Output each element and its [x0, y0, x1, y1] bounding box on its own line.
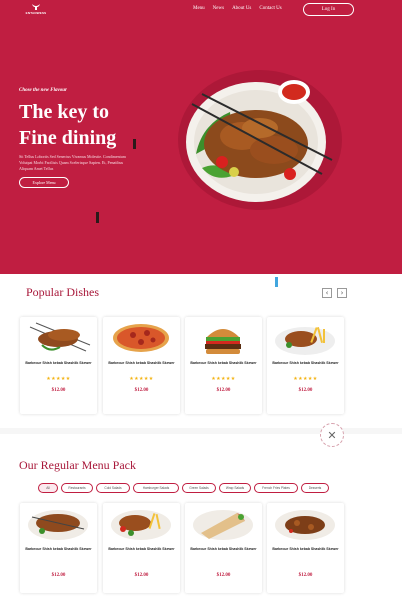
nav-contact-us[interactable]: Contact Us — [259, 6, 281, 11]
dish-price: $12.00 — [51, 388, 66, 393]
dish-price: $12.00 — [216, 388, 231, 393]
popular-dish-card[interactable]: Barbecue Shish kebab Shashlik Skewer ★★★… — [20, 317, 97, 414]
kebab-skewers-image — [29, 322, 91, 352]
brand-logo[interactable]: ENTANWESS — [20, 4, 52, 16]
popular-dish-card[interactable]: Barbecue Shish kebab Shashlik Skewer ★★★… — [185, 317, 262, 414]
nav-about-us[interactable]: About Us — [232, 6, 251, 11]
headline-line-2: Fine dining — [19, 127, 117, 149]
pizza-image — [113, 324, 169, 352]
fries-platter-image — [275, 327, 335, 355]
dish-title: Barbecue Shish kebab Shashlik Skewer — [108, 547, 175, 551]
menu-pack-title: Our Regular Menu Pack — [19, 458, 136, 472]
dish-title: Barbecue Shish kebab Shashlik Skewer — [272, 547, 339, 551]
hero-tagline: Chose the new Flavour — [19, 88, 67, 93]
popular-dishes-title: Popular Dishes — [26, 285, 99, 299]
next-arrow-button[interactable]: › — [337, 288, 347, 298]
nav-news[interactable]: News — [213, 6, 224, 11]
bull-icon — [32, 4, 40, 10]
decor-mark — [96, 212, 99, 223]
dish-title: Barbecue Shish kebab Shashlik Skewer — [190, 547, 257, 551]
hero-description: Sit Tellus Lobortis Sed Senectus Vivamus… — [19, 154, 126, 171]
menu-dish-card[interactable]: Barbecue Shish kebab Shashlik Skewer $12… — [20, 503, 97, 593]
filter-green-salads[interactable]: Green Salads — [182, 483, 216, 493]
prev-arrow-button[interactable]: ‹ — [322, 288, 332, 298]
dish-price: $12.00 — [298, 388, 313, 393]
filter-wrap-salads[interactable]: Wrap Salads — [219, 483, 251, 493]
star-rating: ★★★★★ — [129, 376, 154, 382]
filter-all[interactable]: All — [38, 483, 58, 493]
star-rating: ★★★★★ — [46, 376, 71, 382]
filter-hamburger-salads[interactable]: Hamburger Salads — [133, 483, 179, 493]
menu-dish-card[interactable]: Barbecue Shish kebab Shashlik Skewer $12… — [185, 503, 262, 593]
dish-price: $12.00 — [298, 573, 313, 578]
menu-filter-bar: All Restaurants Cold Salads Hamburger Sa… — [38, 483, 329, 493]
main-nav: Menu News About Us Contact Us — [193, 6, 282, 11]
star-rating: ★★★★★ — [293, 376, 318, 382]
hero-section: ENTANWESS Menu News About Us Contact Us … — [0, 0, 402, 274]
explore-menu-button[interactable]: Explore Menu — [19, 177, 69, 188]
hero-headline: The key to Fine dining — [19, 99, 159, 151]
dish-title: Barbecue Shish kebab Shashlik Skewer — [25, 361, 92, 365]
kebab-plate-image — [28, 510, 88, 540]
dish-price: $12.00 — [134, 573, 149, 578]
headline-line-1: The key to — [19, 101, 109, 123]
burger-image — [205, 329, 241, 354]
decor-mark — [133, 139, 136, 149]
close-icon[interactable]: ✕ — [320, 423, 344, 447]
menu-dish-card[interactable]: Barbecue Shish kebab Shashlik Skewer $12… — [267, 503, 344, 593]
dish-title: Barbecue Shish kebab Shashlik Skewer — [190, 361, 257, 365]
filter-restaurants[interactable]: Restaurants — [61, 483, 93, 493]
brand-name: ENTANWESS — [25, 11, 47, 15]
dish-price: $12.00 — [216, 573, 231, 578]
filter-cold-salads[interactable]: Cold Salads — [96, 483, 130, 493]
login-button[interactable]: Log In — [303, 3, 354, 16]
hero-food-image — [178, 70, 342, 210]
dish-price: $12.00 — [51, 573, 66, 578]
decor-mark — [275, 277, 278, 287]
dish-title: Barbecue Shish kebab Shashlik Skewer — [272, 361, 339, 365]
star-rating: ★★★★★ — [211, 376, 236, 382]
filter-french-fries-plates[interactable]: French Fries Plates — [254, 483, 298, 493]
dish-title: Barbecue Shish kebab Shashlik Skewer — [108, 361, 175, 365]
filter-desserts[interactable]: Desserts — [301, 483, 329, 493]
dish-price: $12.00 — [134, 388, 149, 393]
popular-dish-card[interactable]: Barbecue Shish kebab Shashlik Skewer ★★★… — [267, 317, 344, 414]
menu-dish-card[interactable]: Barbecue Shish kebab Shashlik Skewer $12… — [103, 503, 180, 593]
popular-dish-card[interactable]: Barbecue Shish kebab Shashlik Skewer ★★★… — [103, 317, 180, 414]
kebab-fries-plate-image — [111, 510, 171, 540]
nav-menu[interactable]: Menu — [193, 6, 205, 11]
wrap-image — [193, 510, 253, 540]
meat-plate-image — [275, 510, 335, 540]
dish-title: Barbecue Shish kebab Shashlik Skewer — [25, 547, 92, 551]
